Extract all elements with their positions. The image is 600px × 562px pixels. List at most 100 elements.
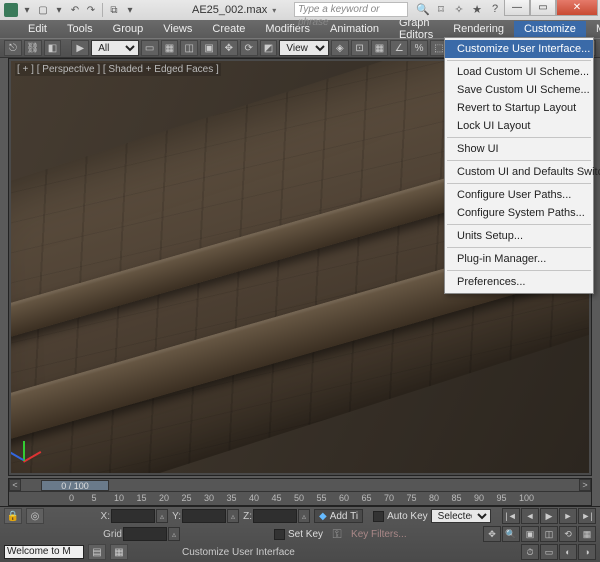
z-field[interactable] (253, 509, 297, 523)
tick: 40 (249, 493, 259, 503)
title-dropdown-icon[interactable]: ▾ (272, 6, 276, 15)
menu-edit[interactable]: Edit (18, 21, 57, 37)
menu-item-save-custom-ui-scheme[interactable]: Save Custom UI Scheme... (445, 81, 593, 99)
region-icon[interactable]: ◫ (180, 40, 198, 56)
lock-sel-icon[interactable]: 🔒 (4, 508, 22, 524)
setkey-toggle[interactable] (274, 529, 285, 540)
link-icon[interactable]: ⎋ (4, 40, 22, 56)
menu-animation[interactable]: Animation (320, 21, 389, 37)
maximize-button[interactable]: ▭ (530, 0, 556, 16)
key-icon[interactable]: ⌑ (434, 2, 448, 16)
time-prev-icon[interactable]: < (9, 479, 21, 491)
x-spinner[interactable]: ▵ (156, 509, 168, 523)
menu-item-plug-in-manager[interactable]: Plug-in Manager... (445, 250, 593, 268)
iso-sel-icon[interactable]: ◎ (26, 508, 44, 524)
qa-more-icon[interactable]: ⧉ (107, 3, 121, 17)
grid-spinner[interactable]: ▵ (168, 527, 180, 541)
fov-icon[interactable]: ◫ (540, 526, 558, 542)
autokey-toggle[interactable] (373, 511, 384, 522)
menu-item-customize-user-interface[interactable]: Customize User Interface... (445, 40, 593, 58)
select-name-icon[interactable]: ▦ (161, 40, 179, 56)
time-config-icon[interactable]: ⏱ (521, 544, 539, 560)
snap-icon[interactable]: ▦ (371, 40, 389, 56)
ref-coord[interactable]: View (279, 40, 329, 56)
window-title: AE25_002.max ▾ (192, 4, 276, 16)
favorite-icon[interactable]: ★ (470, 2, 484, 16)
time-slider[interactable]: 0 / 100 (41, 480, 109, 491)
menu-group[interactable]: Group (103, 21, 154, 37)
zoom-ext-icon[interactable]: ▣ (521, 526, 539, 542)
scale-icon[interactable]: ◩ (260, 40, 278, 56)
menu-item-preferences[interactable]: Preferences... (445, 273, 593, 291)
tick: 5 (92, 493, 97, 503)
tick: 80 (429, 493, 439, 503)
prev-frame-icon[interactable]: ◄ (521, 508, 539, 524)
menu-item-units-setup[interactable]: Units Setup... (445, 227, 593, 245)
binoculars-icon[interactable]: 🔍 (416, 2, 430, 16)
x-axis-icon (23, 451, 41, 463)
qa-undo-icon[interactable]: ↶ (68, 3, 82, 17)
search-input[interactable]: Type a keyword or phrase (294, 2, 408, 17)
viewport-label[interactable]: [ + ] [ Perspective ] [ Shaded + Edged F… (15, 63, 221, 76)
menu-item-custom-ui-and-defaults-switcher[interactable]: Custom UI and Defaults Switcher... (445, 163, 593, 181)
menu-tools[interactable]: Tools (57, 21, 103, 37)
macro-icon[interactable]: ▦ (110, 544, 128, 560)
manip-icon[interactable]: ⊡ (351, 40, 369, 56)
time-next-icon[interactable]: > (579, 479, 591, 491)
menu-item-lock-ui-layout[interactable]: Lock UI Layout (445, 117, 593, 135)
prompt-icon[interactable]: ▤ (88, 544, 106, 560)
y-spinner[interactable]: ▵ (227, 509, 239, 523)
menu-rendering[interactable]: Rendering (443, 21, 514, 37)
menu-item-configure-system-paths[interactable]: Configure System Paths... (445, 204, 593, 222)
move-icon[interactable]: ✥ (220, 40, 238, 56)
min-max-icon[interactable]: ▭ (540, 544, 558, 560)
z-spinner[interactable]: ▵ (298, 509, 310, 523)
qa-redo-icon[interactable]: ↷ (84, 3, 98, 17)
orbit-icon[interactable]: ⟲ (559, 526, 577, 542)
menu-item-show-ui[interactable]: Show UI (445, 140, 593, 158)
menu-maxscript[interactable]: MAXScript (586, 21, 600, 37)
unlink-icon[interactable]: ⛓ (24, 40, 42, 56)
pivot-icon[interactable]: ◈ (331, 40, 349, 56)
window-cross-icon[interactable]: ▣ (200, 40, 218, 56)
angle-snap-icon[interactable]: ∠ (390, 40, 408, 56)
grid-field[interactable] (123, 527, 167, 541)
qa-new-icon[interactable]: ▾ (20, 3, 34, 17)
nav2-icon[interactable]: ◐ (559, 544, 577, 560)
close-button[interactable]: ✕ (556, 0, 598, 16)
bigkey-icon[interactable]: ⚿ (326, 527, 348, 541)
menu-views[interactable]: Views (153, 21, 202, 37)
menu-item-revert-to-startup-layout[interactable]: Revert to Startup Layout (445, 99, 593, 117)
menu-create[interactable]: Create (202, 21, 255, 37)
comm-icon[interactable]: ✧ (452, 2, 466, 16)
zoom-icon[interactable]: 🔍 (502, 526, 520, 542)
qa-save-icon[interactable]: ▾ (52, 3, 66, 17)
pan-icon[interactable]: ✥ (483, 526, 501, 542)
menu-item-configure-user-paths[interactable]: Configure User Paths... (445, 186, 593, 204)
select-icon[interactable]: ▭ (141, 40, 159, 56)
x-field[interactable] (111, 509, 155, 523)
goto-end-icon[interactable]: ►| (578, 508, 596, 524)
menu-customize[interactable]: Customize (514, 21, 586, 37)
y-field[interactable] (182, 509, 226, 523)
rotate-icon[interactable]: ⟳ (240, 40, 258, 56)
qa-dd-icon[interactable]: ▾ (123, 3, 137, 17)
time-ruler[interactable]: 0510152025303540455055606570758085909510… (9, 491, 591, 505)
select-filter-icon[interactable]: ▶ (71, 40, 89, 56)
bind-icon[interactable]: ◧ (44, 40, 62, 56)
play-icon[interactable]: ▶ (540, 508, 558, 524)
percent-snap-icon[interactable]: % (410, 40, 428, 56)
menu-item-load-custom-ui-scheme[interactable]: Load Custom UI Scheme... (445, 63, 593, 81)
maximize-vp-icon[interactable]: ▦ (578, 526, 596, 542)
qa-open-icon[interactable]: ▢ (36, 3, 50, 17)
keymode-select[interactable]: Selected (431, 509, 491, 523)
goto-start-icon[interactable]: |◄ (502, 508, 520, 524)
help-icon[interactable]: ? (488, 2, 502, 16)
next-frame-icon[interactable]: ► (559, 508, 577, 524)
nav3-icon[interactable]: ◑ (578, 544, 596, 560)
selection-filter[interactable]: All (91, 40, 139, 56)
minimize-button[interactable]: — (504, 0, 530, 16)
add-time-tag[interactable]: ◆Add Ti (314, 509, 363, 523)
script-listener[interactable]: Welcome to M (4, 545, 84, 559)
keyfilters-link[interactable]: Key Filters... (351, 529, 407, 540)
